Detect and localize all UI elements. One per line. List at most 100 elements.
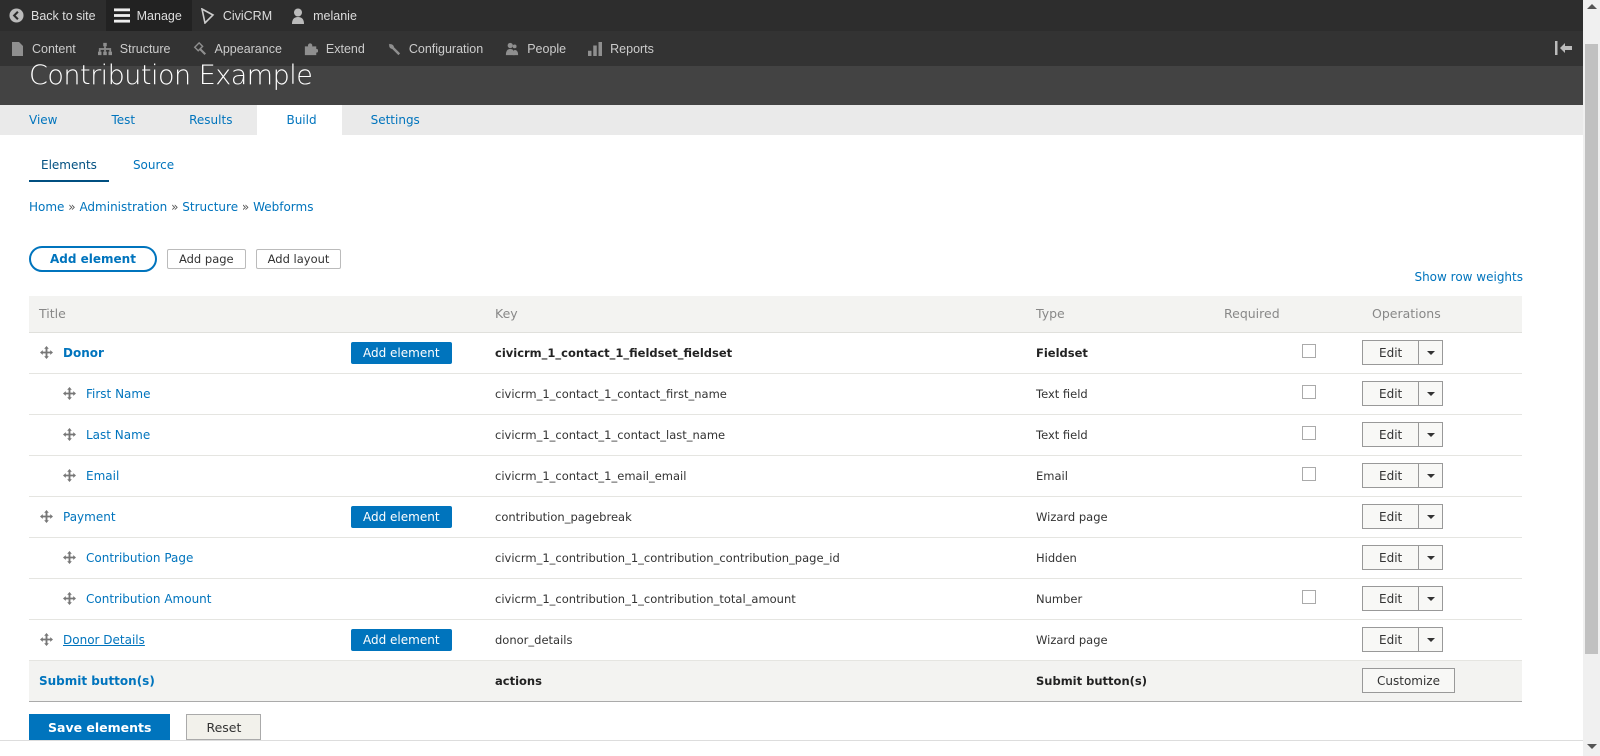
edit-button[interactable]: Edit <box>1363 341 1420 364</box>
required-checkbox[interactable] <box>1302 590 1316 604</box>
subtab-elements[interactable]: Elements <box>29 150 109 182</box>
caret-down-icon <box>1426 514 1435 519</box>
breadcrumb-administration[interactable]: Administration <box>79 200 167 214</box>
row-add-element-button[interactable]: Add element <box>351 505 452 528</box>
menu-people-label: People <box>527 41 567 56</box>
vertical-scrollbar[interactable] <box>1583 0 1600 756</box>
show-row-weights-link[interactable]: Show row weights <box>1414 270 1523 284</box>
element-type: Wizard page <box>1026 496 1214 538</box>
add-layout-button[interactable]: Add layout <box>255 249 342 269</box>
page-title: Contribution Example <box>29 60 313 91</box>
people-icon <box>505 41 519 57</box>
sitemap-icon <box>97 41 112 57</box>
dropdown-toggle[interactable] <box>1419 382 1442 405</box>
element-title-link[interactable]: First Name <box>86 387 150 401</box>
title-cell: Contribution Page <box>29 551 485 565</box>
required-cell <box>1214 659 1362 702</box>
save-elements-button[interactable]: Save elements <box>29 714 171 740</box>
tab-test[interactable]: Test <box>82 105 160 135</box>
scroll-down-arrow-icon[interactable] <box>1587 744 1597 749</box>
dropdown-toggle[interactable] <box>1419 546 1442 569</box>
tab-results[interactable]: Results <box>160 105 257 135</box>
required-cell <box>1214 455 1362 497</box>
secondary-tabs: Elements Source <box>29 150 198 182</box>
dropdown-toggle[interactable] <box>1419 341 1442 364</box>
scroll-up-arrow-icon[interactable] <box>1587 4 1597 9</box>
tab-settings[interactable]: Settings <box>342 105 445 135</box>
tab-build[interactable]: Build <box>257 105 342 135</box>
element-title-link[interactable]: Contribution Page <box>86 551 193 565</box>
dropdown-toggle[interactable] <box>1419 628 1442 651</box>
edit-button[interactable]: Edit <box>1363 628 1420 651</box>
user-tab[interactable]: melanie <box>282 0 367 31</box>
required-cell <box>1214 414 1362 456</box>
operations-dropbutton: Edit <box>1362 340 1443 365</box>
required-cell <box>1214 373 1362 415</box>
add-element-button[interactable]: Add element <box>29 246 157 272</box>
customize-button[interactable]: Customize <box>1362 668 1455 693</box>
back-to-site-link[interactable]: Back to site <box>0 0 106 31</box>
manage-tab[interactable]: Manage <box>105 0 192 31</box>
drag-handle-icon[interactable] <box>62 551 76 565</box>
caret-down-icon <box>1426 596 1435 601</box>
required-checkbox[interactable] <box>1302 385 1316 399</box>
caret-down-icon <box>1426 473 1435 478</box>
edit-button[interactable]: Edit <box>1363 423 1420 446</box>
dropdown-toggle[interactable] <box>1419 587 1442 610</box>
table-row: Payment Add element contribution_pagebre… <box>29 496 1522 538</box>
caret-down-icon <box>1426 637 1435 642</box>
dropdown-toggle[interactable] <box>1419 423 1442 446</box>
operations-dropbutton: Edit <box>1362 381 1443 406</box>
element-title-link[interactable]: Donor <box>63 346 104 360</box>
menu-extend-label: Extend <box>325 41 365 56</box>
element-title-link[interactable]: Donor Details <box>63 633 145 647</box>
edit-button[interactable]: Edit <box>1363 587 1420 610</box>
dropdown-toggle[interactable] <box>1419 464 1442 487</box>
required-checkbox[interactable] <box>1302 467 1316 481</box>
drag-handle-icon[interactable] <box>39 346 53 360</box>
add-page-button[interactable]: Add page <box>166 249 246 269</box>
element-type: Wizard page <box>1026 619 1214 661</box>
required-checkbox[interactable] <box>1302 426 1316 440</box>
breadcrumb-structure[interactable]: Structure <box>182 200 238 214</box>
dropdown-toggle[interactable] <box>1419 505 1442 528</box>
collapse-left-icon[interactable] <box>1554 39 1574 57</box>
element-title-link[interactable]: Payment <box>63 510 116 524</box>
drag-handle-icon[interactable] <box>39 633 53 647</box>
row-add-element-button[interactable]: Add element <box>351 341 452 364</box>
civicrm-tab[interactable]: CiviCRM <box>192 0 282 31</box>
menu-people[interactable]: People <box>495 31 578 66</box>
row-add-element-button[interactable]: Add element <box>351 628 452 651</box>
scrollbar-thumb[interactable] <box>1585 44 1598 654</box>
edit-button[interactable]: Edit <box>1363 382 1420 405</box>
drag-handle-icon[interactable] <box>62 387 76 401</box>
element-title-link[interactable]: Email <box>86 469 119 483</box>
element-title-link[interactable]: Contribution Amount <box>86 592 211 606</box>
reset-button[interactable]: Reset <box>186 714 262 740</box>
drag-handle-icon[interactable] <box>62 469 76 483</box>
subtab-source[interactable]: Source <box>121 150 186 182</box>
element-type: Number <box>1026 578 1214 620</box>
drag-handle-icon[interactable] <box>39 510 53 524</box>
primary-tabs: View Test Results Build Settings <box>0 105 1584 135</box>
drag-handle-icon[interactable] <box>62 428 76 442</box>
edit-button[interactable]: Edit <box>1363 505 1420 528</box>
puzzle-icon <box>304 41 318 57</box>
edit-button[interactable]: Edit <box>1363 464 1420 487</box>
menu-reports[interactable]: Reports <box>578 31 666 66</box>
table-footer-row: Submit button(s) actions Submit button(s… <box>29 659 1522 702</box>
required-cell <box>1214 619 1362 661</box>
menu-configuration[interactable]: Configuration <box>377 31 495 66</box>
breadcrumb-webforms[interactable]: Webforms <box>253 200 313 214</box>
operations-dropbutton: Edit <box>1362 463 1443 488</box>
element-key: civicrm_1_contribution_1_contribution_co… <box>485 537 1026 579</box>
element-title-link[interactable]: Last Name <box>86 428 150 442</box>
menu-content-label: Content <box>32 41 76 56</box>
element-key: civicrm_1_contact_1_fieldset_fieldset <box>485 332 1026 374</box>
submit-buttons-link[interactable]: Submit button(s) <box>39 674 155 688</box>
edit-button[interactable]: Edit <box>1363 546 1420 569</box>
breadcrumb-home[interactable]: Home <box>29 200 64 214</box>
required-checkbox[interactable] <box>1302 344 1316 358</box>
drag-handle-icon[interactable] <box>62 592 76 606</box>
tab-view[interactable]: View <box>0 105 82 135</box>
